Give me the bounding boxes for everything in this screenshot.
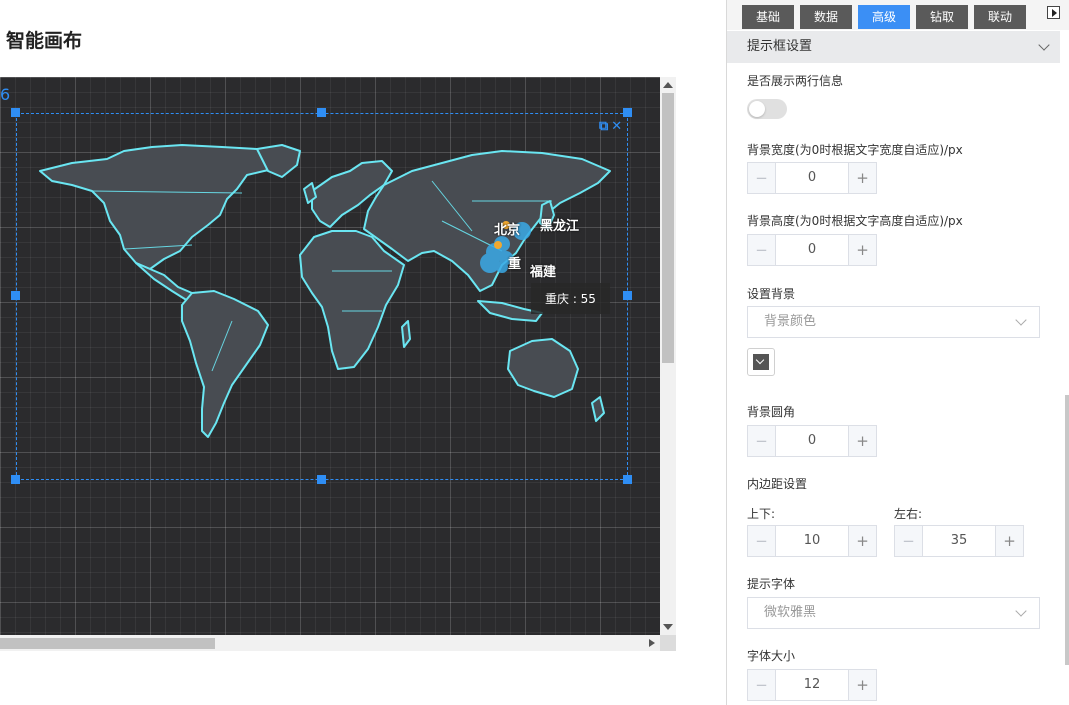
- padding-tb-stepper[interactable]: − 10 +: [747, 525, 877, 557]
- padding-label: 内边距设置: [747, 477, 808, 491]
- panel-scrollbar[interactable]: [1065, 395, 1069, 665]
- decrement-button[interactable]: −: [748, 670, 776, 700]
- bg-color-picker[interactable]: [747, 348, 775, 376]
- bg-height-stepper[interactable]: − 0 +: [747, 234, 877, 266]
- resize-handle-n[interactable]: [317, 108, 326, 117]
- font-select[interactable]: 微软雅黑: [747, 597, 1040, 629]
- widget-action-icons[interactable]: ⧉✕: [599, 119, 625, 134]
- scroll-down-icon[interactable]: [663, 624, 673, 630]
- scroll-right-icon[interactable]: [649, 639, 655, 647]
- resize-handle-w[interactable]: [11, 291, 20, 300]
- increment-button[interactable]: +: [848, 670, 876, 700]
- settings-panel: 基础 数据 高级 钻取 联动 提示框设置 是否展示两行信息 背景宽度(为0时根据…: [726, 0, 1069, 705]
- bg-width-label: 背景宽度(为0时根据文字宽度自适应)/px: [747, 143, 963, 157]
- two-row-label: 是否展示两行信息: [747, 74, 844, 88]
- scrollbar-corner: [660, 635, 676, 651]
- font-size-label: 字体大小: [747, 649, 796, 663]
- tab-linkage[interactable]: 联动: [974, 5, 1026, 29]
- resize-handle-sw[interactable]: [11, 475, 20, 484]
- app-root: 智能画布 6 北京 黑龙江 重 福建 重庆: 55 ⧉✕ 基础 数据 高级 钻…: [0, 0, 1069, 705]
- padding-lr-input[interactable]: 35: [923, 526, 995, 556]
- resize-handle-se[interactable]: [623, 475, 632, 484]
- canvas-vertical-scrollbar[interactable]: [660, 77, 676, 635]
- tab-basic[interactable]: 基础: [742, 5, 794, 29]
- bg-setting-select[interactable]: 背景颜色: [747, 306, 1040, 338]
- chevron-down-icon: [1015, 605, 1027, 617]
- increment-button[interactable]: +: [848, 235, 876, 265]
- increment-button[interactable]: +: [995, 526, 1023, 556]
- section-title: 提示框设置: [747, 39, 813, 54]
- resize-handle-s[interactable]: [317, 475, 326, 484]
- tab-advanced[interactable]: 高级: [858, 5, 910, 29]
- padding-tb-label: 上下:: [747, 507, 776, 521]
- resize-handle-e[interactable]: [623, 291, 632, 300]
- bg-width-input[interactable]: 0: [776, 163, 848, 193]
- decrement-button[interactable]: −: [748, 163, 776, 193]
- font-label: 提示字体: [747, 577, 796, 591]
- font-size-stepper[interactable]: − 12 +: [747, 669, 877, 701]
- chevron-down-icon: [1038, 39, 1050, 51]
- padding-tb-input[interactable]: 10: [776, 526, 848, 556]
- decrement-button[interactable]: −: [748, 526, 776, 556]
- resize-handle-ne[interactable]: [623, 108, 632, 117]
- widget-index: 6: [0, 85, 11, 104]
- increment-button[interactable]: +: [848, 526, 876, 556]
- font-size-input[interactable]: 12: [776, 670, 848, 700]
- widget-selection-box[interactable]: [16, 113, 628, 480]
- color-swatch-icon: [753, 354, 769, 370]
- increment-button[interactable]: +: [848, 163, 876, 193]
- canvas-horizontal-scrollbar[interactable]: [0, 635, 660, 651]
- resize-handle-nw[interactable]: [11, 108, 20, 117]
- bg-height-label: 背景高度(为0时根据文字高度自适应)/px: [747, 214, 963, 228]
- scroll-up-icon[interactable]: [663, 82, 673, 88]
- settings-tabs: 基础 数据 高级 钻取 联动: [727, 0, 1069, 30]
- increment-button[interactable]: +: [848, 426, 876, 456]
- bg-radius-input[interactable]: 0: [776, 426, 848, 456]
- tab-drill[interactable]: 钻取: [916, 5, 968, 29]
- padding-lr-label: 左右:: [894, 507, 923, 521]
- bg-width-stepper[interactable]: − 0 +: [747, 162, 877, 194]
- padding-lr-stepper[interactable]: − 35 +: [894, 525, 1024, 557]
- design-canvas[interactable]: 6 北京 黑龙江 重 福建 重庆: 55 ⧉✕: [0, 77, 660, 635]
- decrement-button[interactable]: −: [895, 526, 923, 556]
- page-title: 智能画布: [6, 30, 83, 52]
- bg-setting-label: 设置背景: [747, 287, 796, 301]
- font-value: 微软雅黑: [764, 605, 817, 620]
- bg-radius-stepper[interactable]: − 0 +: [747, 425, 877, 457]
- scrollbar-thumb[interactable]: [0, 638, 215, 649]
- chevron-down-icon: [1015, 314, 1027, 326]
- bg-height-input[interactable]: 0: [776, 235, 848, 265]
- decrement-button[interactable]: −: [748, 235, 776, 265]
- tab-data[interactable]: 数据: [800, 5, 852, 29]
- bg-setting-value: 背景颜色: [764, 314, 817, 329]
- collapse-panel-icon[interactable]: [1047, 6, 1060, 19]
- two-row-toggle[interactable]: [747, 99, 787, 119]
- decrement-button[interactable]: −: [748, 426, 776, 456]
- bg-radius-label: 背景圆角: [747, 405, 796, 419]
- scrollbar-thumb[interactable]: [662, 93, 674, 363]
- tooltip-settings-header[interactable]: 提示框设置: [727, 31, 1060, 63]
